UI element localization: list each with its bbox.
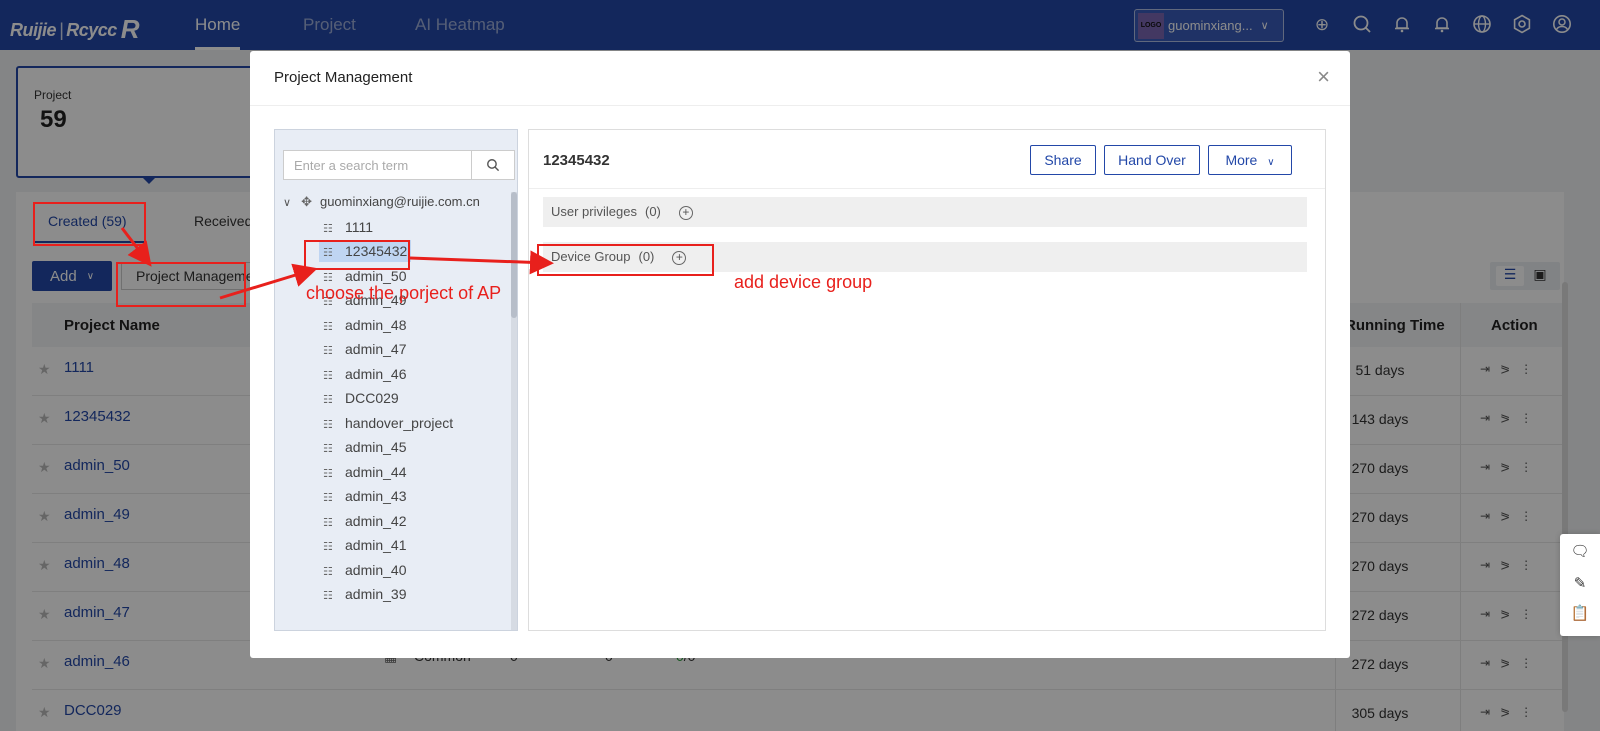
annotation-arrow [120,227,152,267]
annotation-arrows [120,227,554,300]
annotation-arrow [219,263,318,300]
annotation-arrow [409,250,554,275]
